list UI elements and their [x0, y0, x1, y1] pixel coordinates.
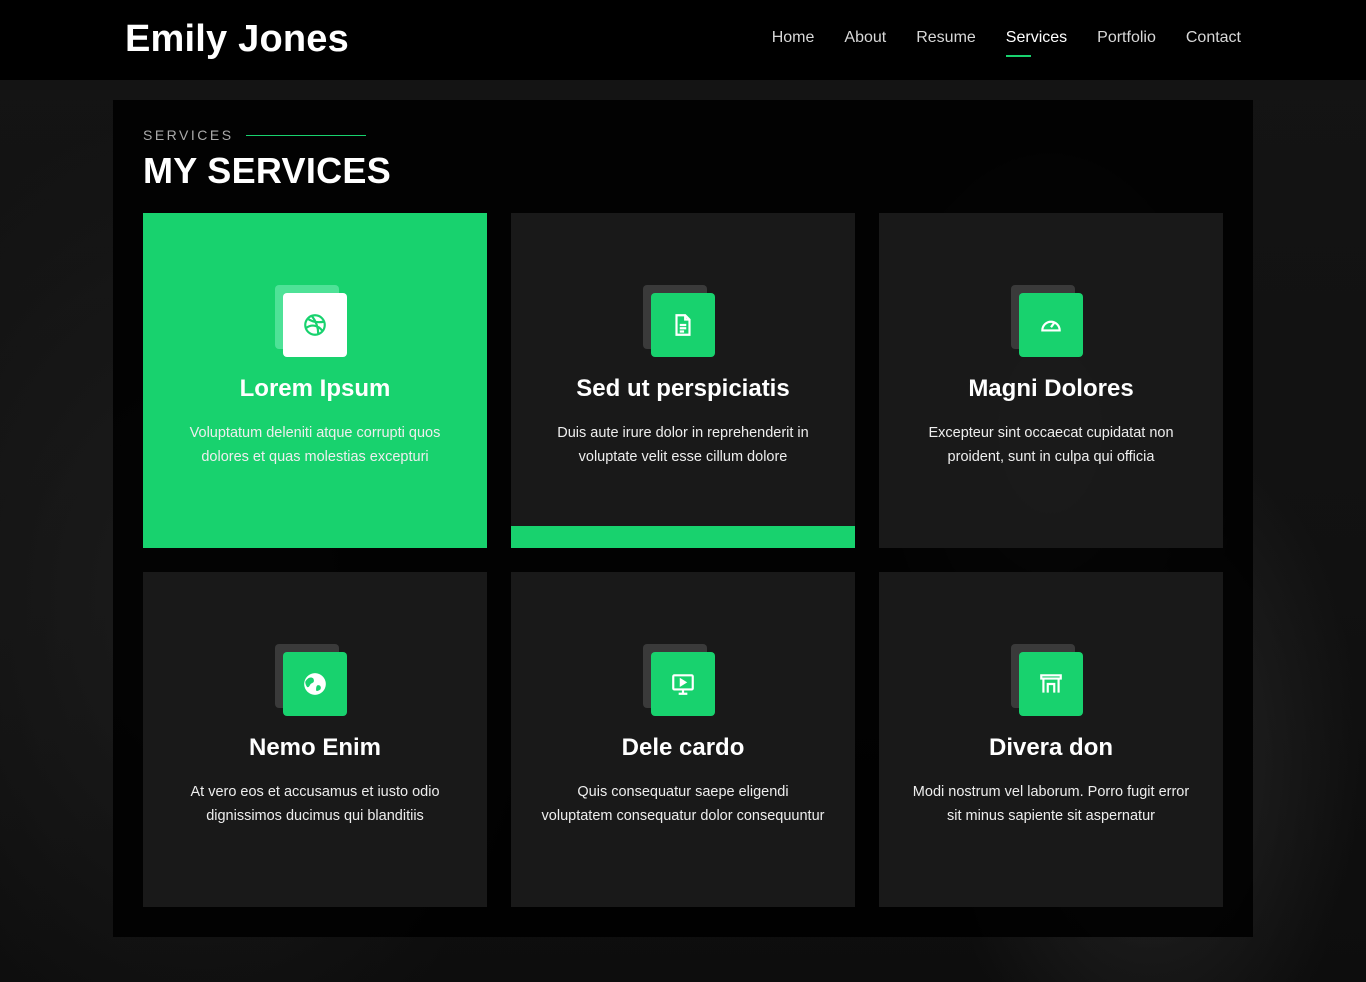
- service-card[interactable]: Dele cardo Quis consequatur saepe eligen…: [511, 572, 855, 907]
- services-grid: Lorem Ipsum Voluptatum deleniti atque co…: [143, 213, 1223, 907]
- nav-portfolio[interactable]: Portfolio: [1097, 29, 1156, 57]
- service-card[interactable]: Magni Dolores Excepteur sint occaecat cu…: [879, 213, 1223, 548]
- service-title: Magni Dolores: [968, 375, 1134, 402]
- main-nav: Home About Resume Services Portfolio Con…: [772, 29, 1241, 57]
- nav-contact[interactable]: Contact: [1186, 29, 1241, 57]
- service-title: Lorem Ipsum: [239, 375, 391, 402]
- service-icon-wrap: [1011, 644, 1091, 724]
- service-title: Sed ut perspiciatis: [576, 375, 790, 402]
- service-card[interactable]: Nemo Enim At vero eos et accusamus et iu…: [143, 572, 487, 907]
- site-logo[interactable]: Emily Jones: [125, 18, 349, 61]
- nav-services[interactable]: Services: [1005, 29, 1067, 57]
- service-card[interactable]: Lorem Ipsum Voluptatum deleniti atque co…: [143, 213, 487, 548]
- service-description: Voluptatum deleniti atque corrupti quos …: [189, 425, 441, 465]
- speedometer-icon: [1019, 293, 1083, 357]
- service-icon-wrap: [275, 644, 355, 724]
- service-card[interactable]: Sed ut perspiciatis Duis aute irure dolo…: [511, 213, 855, 548]
- service-card[interactable]: Divera don Modi nostrum vel laborum. Por…: [879, 572, 1223, 907]
- service-title: Dele cardo: [621, 734, 745, 761]
- section-kicker: SERVICES: [143, 127, 366, 143]
- service-description: Duis aute irure dolor in reprehenderit i…: [557, 425, 809, 465]
- service-description: Quis consequatur saepe eligendi voluptat…: [541, 784, 825, 824]
- service-icon-wrap: [275, 285, 355, 365]
- services-section: SERVICES MY SERVICES Lorem Ipsum Volupta…: [113, 100, 1253, 937]
- service-icon-wrap: [643, 285, 723, 365]
- dribbble-icon: [283, 293, 347, 357]
- section-kicker-label: SERVICES: [143, 127, 234, 143]
- arch-icon: [1019, 652, 1083, 716]
- service-title: Divera don: [988, 734, 1114, 761]
- globe-icon: [283, 652, 347, 716]
- nav-home[interactable]: Home: [772, 29, 815, 57]
- service-description: Excepteur sint occaecat cupidatat non pr…: [928, 425, 1174, 465]
- service-icon-wrap: [1011, 285, 1091, 365]
- site-header: Emily Jones Home About Resume Services P…: [0, 0, 1366, 80]
- document-icon: [651, 293, 715, 357]
- nav-resume[interactable]: Resume: [916, 29, 976, 57]
- hover-accent-bar: [511, 526, 855, 548]
- service-description: Modi nostrum vel laborum. Porro fugit er…: [912, 784, 1190, 824]
- service-icon-wrap: [643, 644, 723, 724]
- presentation-icon: [651, 652, 715, 716]
- nav-about[interactable]: About: [844, 29, 886, 57]
- section-title: MY SERVICES: [143, 150, 392, 191]
- service-description: At vero eos et accusamus et iusto odio d…: [190, 784, 440, 824]
- service-title: Nemo Enim: [248, 734, 382, 761]
- kicker-divider: [245, 134, 366, 136]
